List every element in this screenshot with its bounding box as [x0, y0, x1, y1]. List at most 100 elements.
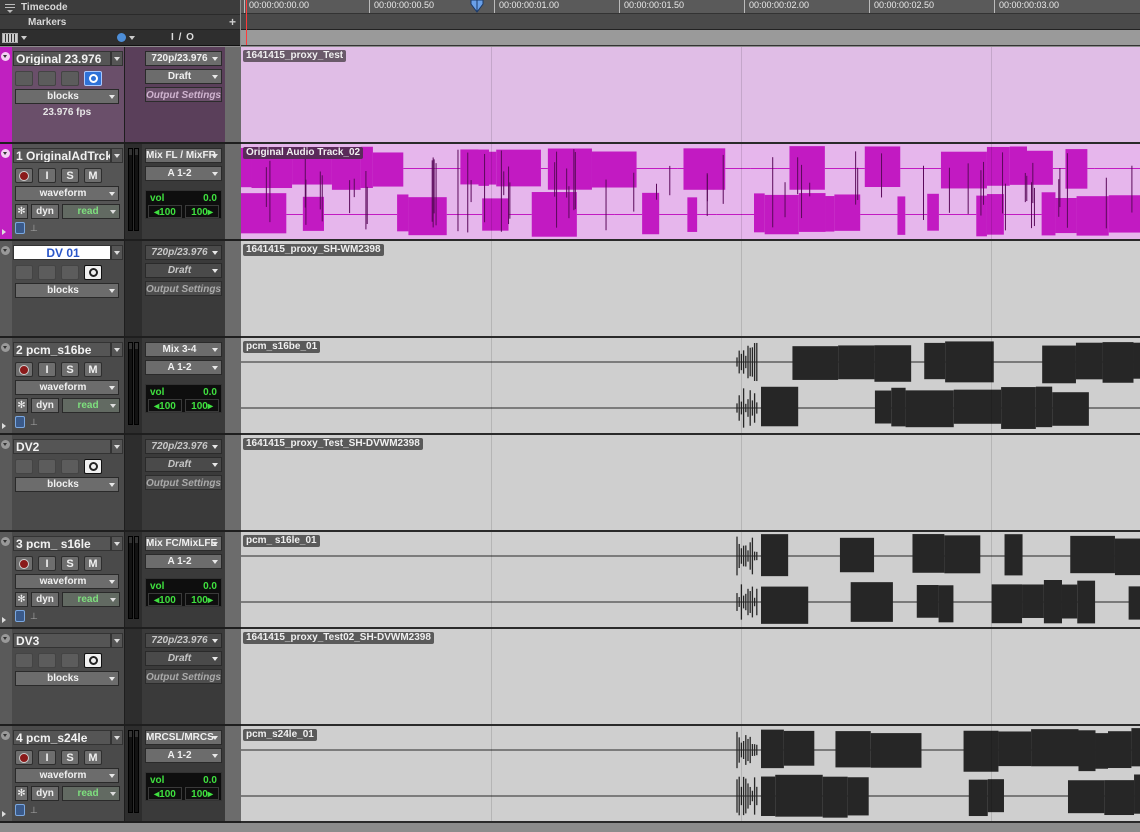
- input-button[interactable]: [38, 653, 56, 668]
- clip-name-label[interactable]: 1641415_proxy_SH-WM2398: [243, 244, 384, 256]
- track-view-dropdown[interactable]: blocks: [15, 477, 119, 492]
- online-icon[interactable]: [84, 653, 102, 668]
- input-monitor-button[interactable]: I: [38, 556, 56, 571]
- pan-left-value[interactable]: ◂100: [148, 399, 182, 412]
- pan-left-value[interactable]: ◂100: [148, 593, 182, 606]
- video-format-selector[interactable]: 720p/23.976: [145, 245, 222, 260]
- timeline-lane[interactable]: 1641415_proxy_Test: [241, 47, 1140, 144]
- timeline-lane[interactable]: Original Audio Track_02: [241, 144, 1140, 241]
- track-view-dropdown[interactable]: blocks: [15, 671, 119, 686]
- track-view-dropdown[interactable]: waveform: [15, 380, 119, 395]
- pan-left-value[interactable]: ◂100: [148, 205, 182, 218]
- timeline-lane[interactable]: 1641415_proxy_Test_SH-DVWM2398: [241, 435, 1140, 532]
- record-icon[interactable]: [15, 362, 33, 377]
- track-name-menu-icon[interactable]: [111, 51, 123, 66]
- clip-name-label[interactable]: pcm_s16be_01: [243, 341, 321, 353]
- timeline-lane[interactable]: 1641415_proxy_Test02_SH-DVWM2398: [241, 629, 1140, 726]
- track-name[interactable]: DV3: [13, 633, 111, 648]
- track-name-menu-icon[interactable]: [111, 633, 123, 648]
- video-format-selector[interactable]: 720p/23.976: [145, 51, 222, 66]
- track-options-icon[interactable]: [1, 731, 10, 740]
- track-name[interactable]: 4 pcm_s24le: [13, 730, 111, 745]
- solo-button[interactable]: [61, 71, 79, 86]
- clip-name-label[interactable]: Original Audio Track_02: [243, 147, 364, 159]
- automation-mode-dropdown[interactable]: read: [62, 398, 120, 413]
- automation-mode-dropdown[interactable]: read: [62, 204, 120, 219]
- automation-settings-icon[interactable]: ✻: [15, 786, 28, 801]
- insert-slot-icon[interactable]: ⊥: [30, 417, 40, 427]
- output-selector[interactable]: A 1-2: [145, 360, 222, 375]
- solo-button[interactable]: [61, 265, 79, 280]
- markers-ruler[interactable]: [241, 14, 1140, 30]
- insert-slot-icon[interactable]: ⊥: [30, 223, 40, 233]
- track-view-dropdown[interactable]: blocks: [15, 89, 119, 104]
- track-options-icon[interactable]: [1, 634, 10, 643]
- dyn-button[interactable]: dyn: [31, 786, 59, 801]
- record-icon[interactable]: [15, 556, 33, 571]
- track-color-strip[interactable]: [0, 241, 12, 336]
- input-monitor-button[interactable]: I: [38, 362, 56, 377]
- track-name[interactable]: 2 pcm_s16be: [13, 342, 111, 357]
- expand-track-icon[interactable]: [2, 229, 6, 235]
- dyn-button[interactable]: dyn: [31, 204, 59, 219]
- plugin-icon[interactable]: [15, 416, 25, 428]
- solo-button[interactable]: S: [61, 362, 79, 377]
- track-options-icon[interactable]: [1, 343, 10, 352]
- input-selector[interactable]: Mix FC/MixLFE: [145, 536, 222, 551]
- volume-value[interactable]: 0.0: [203, 580, 217, 593]
- plugin-icon[interactable]: [15, 804, 25, 816]
- timebase-icon[interactable]: [117, 33, 126, 42]
- timecode-ruler-label-row[interactable]: Timecode: [0, 0, 240, 15]
- track-name-menu-icon[interactable]: [111, 730, 123, 745]
- record-button[interactable]: [15, 265, 33, 280]
- track-view-dropdown[interactable]: waveform: [15, 574, 119, 589]
- mute-button[interactable]: M: [84, 556, 102, 571]
- volume-pan-display[interactable]: vol 0.0 ◂100 100▸: [145, 384, 222, 413]
- solo-button[interactable]: [61, 653, 79, 668]
- track-options-icon[interactable]: [1, 149, 10, 158]
- volume-pan-display[interactable]: vol 0.0 ◂100 100▸: [145, 772, 222, 801]
- track-name-menu-icon[interactable]: [111, 342, 123, 357]
- expand-track-icon[interactable]: [2, 423, 6, 429]
- solo-button[interactable]: S: [61, 556, 79, 571]
- record-button[interactable]: [15, 459, 33, 474]
- timeline-lane[interactable]: pcm_ s16le_01: [241, 532, 1140, 629]
- solo-button[interactable]: [61, 459, 79, 474]
- video-quality-selector[interactable]: Draft: [145, 263, 222, 278]
- video-quality-selector[interactable]: Draft: [145, 69, 222, 84]
- volume-value[interactable]: 0.0: [203, 192, 217, 205]
- plugin-icon[interactable]: [15, 610, 25, 622]
- volume-pan-display[interactable]: vol 0.0 ◂100 100▸: [145, 578, 222, 607]
- track-color-strip[interactable]: [0, 629, 12, 724]
- automation-mode-dropdown[interactable]: read: [62, 592, 120, 607]
- timeline-lane[interactable]: pcm_s24le_01: [241, 726, 1140, 823]
- track-name-menu-icon[interactable]: [111, 439, 123, 454]
- pan-right-value[interactable]: 100▸: [185, 205, 219, 218]
- automation-settings-icon[interactable]: ✻: [15, 592, 28, 607]
- input-button[interactable]: [38, 71, 56, 86]
- track-name[interactable]: Original 23.976: [13, 51, 111, 66]
- expand-track-icon[interactable]: [2, 811, 6, 817]
- mute-button[interactable]: M: [84, 750, 102, 765]
- input-selector[interactable]: MRCSL/MRCS: [145, 730, 222, 745]
- mute-button[interactable]: M: [84, 168, 102, 183]
- input-selector[interactable]: Mix 3-4: [145, 342, 222, 357]
- clip-name-label[interactable]: 1641415_proxy_Test02_SH-DVWM2398: [243, 632, 434, 644]
- track-options-icon[interactable]: [1, 246, 10, 255]
- expand-track-icon[interactable]: [2, 617, 6, 623]
- solo-button[interactable]: S: [61, 168, 79, 183]
- video-format-selector[interactable]: 720p/23.976: [145, 633, 222, 648]
- track-name-menu-icon[interactable]: [111, 536, 123, 551]
- add-marker-button[interactable]: +: [229, 15, 236, 29]
- pan-right-value[interactable]: 100▸: [185, 787, 219, 800]
- volume-value[interactable]: 0.0: [203, 774, 217, 787]
- track-name[interactable]: 3 pcm_ s16le: [13, 536, 111, 551]
- mute-button[interactable]: M: [84, 362, 102, 377]
- track-options-icon[interactable]: [1, 537, 10, 546]
- input-selector[interactable]: Mix FL / MixFR: [145, 148, 222, 163]
- track-name[interactable]: 1 OriginalAdTrck: [13, 148, 111, 163]
- ruler-menu-icon[interactable]: [3, 2, 17, 14]
- automation-settings-icon[interactable]: ✻: [15, 398, 28, 413]
- track-view-dropdown[interactable]: blocks: [15, 283, 119, 298]
- timeline-lane[interactable]: 1641415_proxy_SH-WM2398: [241, 241, 1140, 338]
